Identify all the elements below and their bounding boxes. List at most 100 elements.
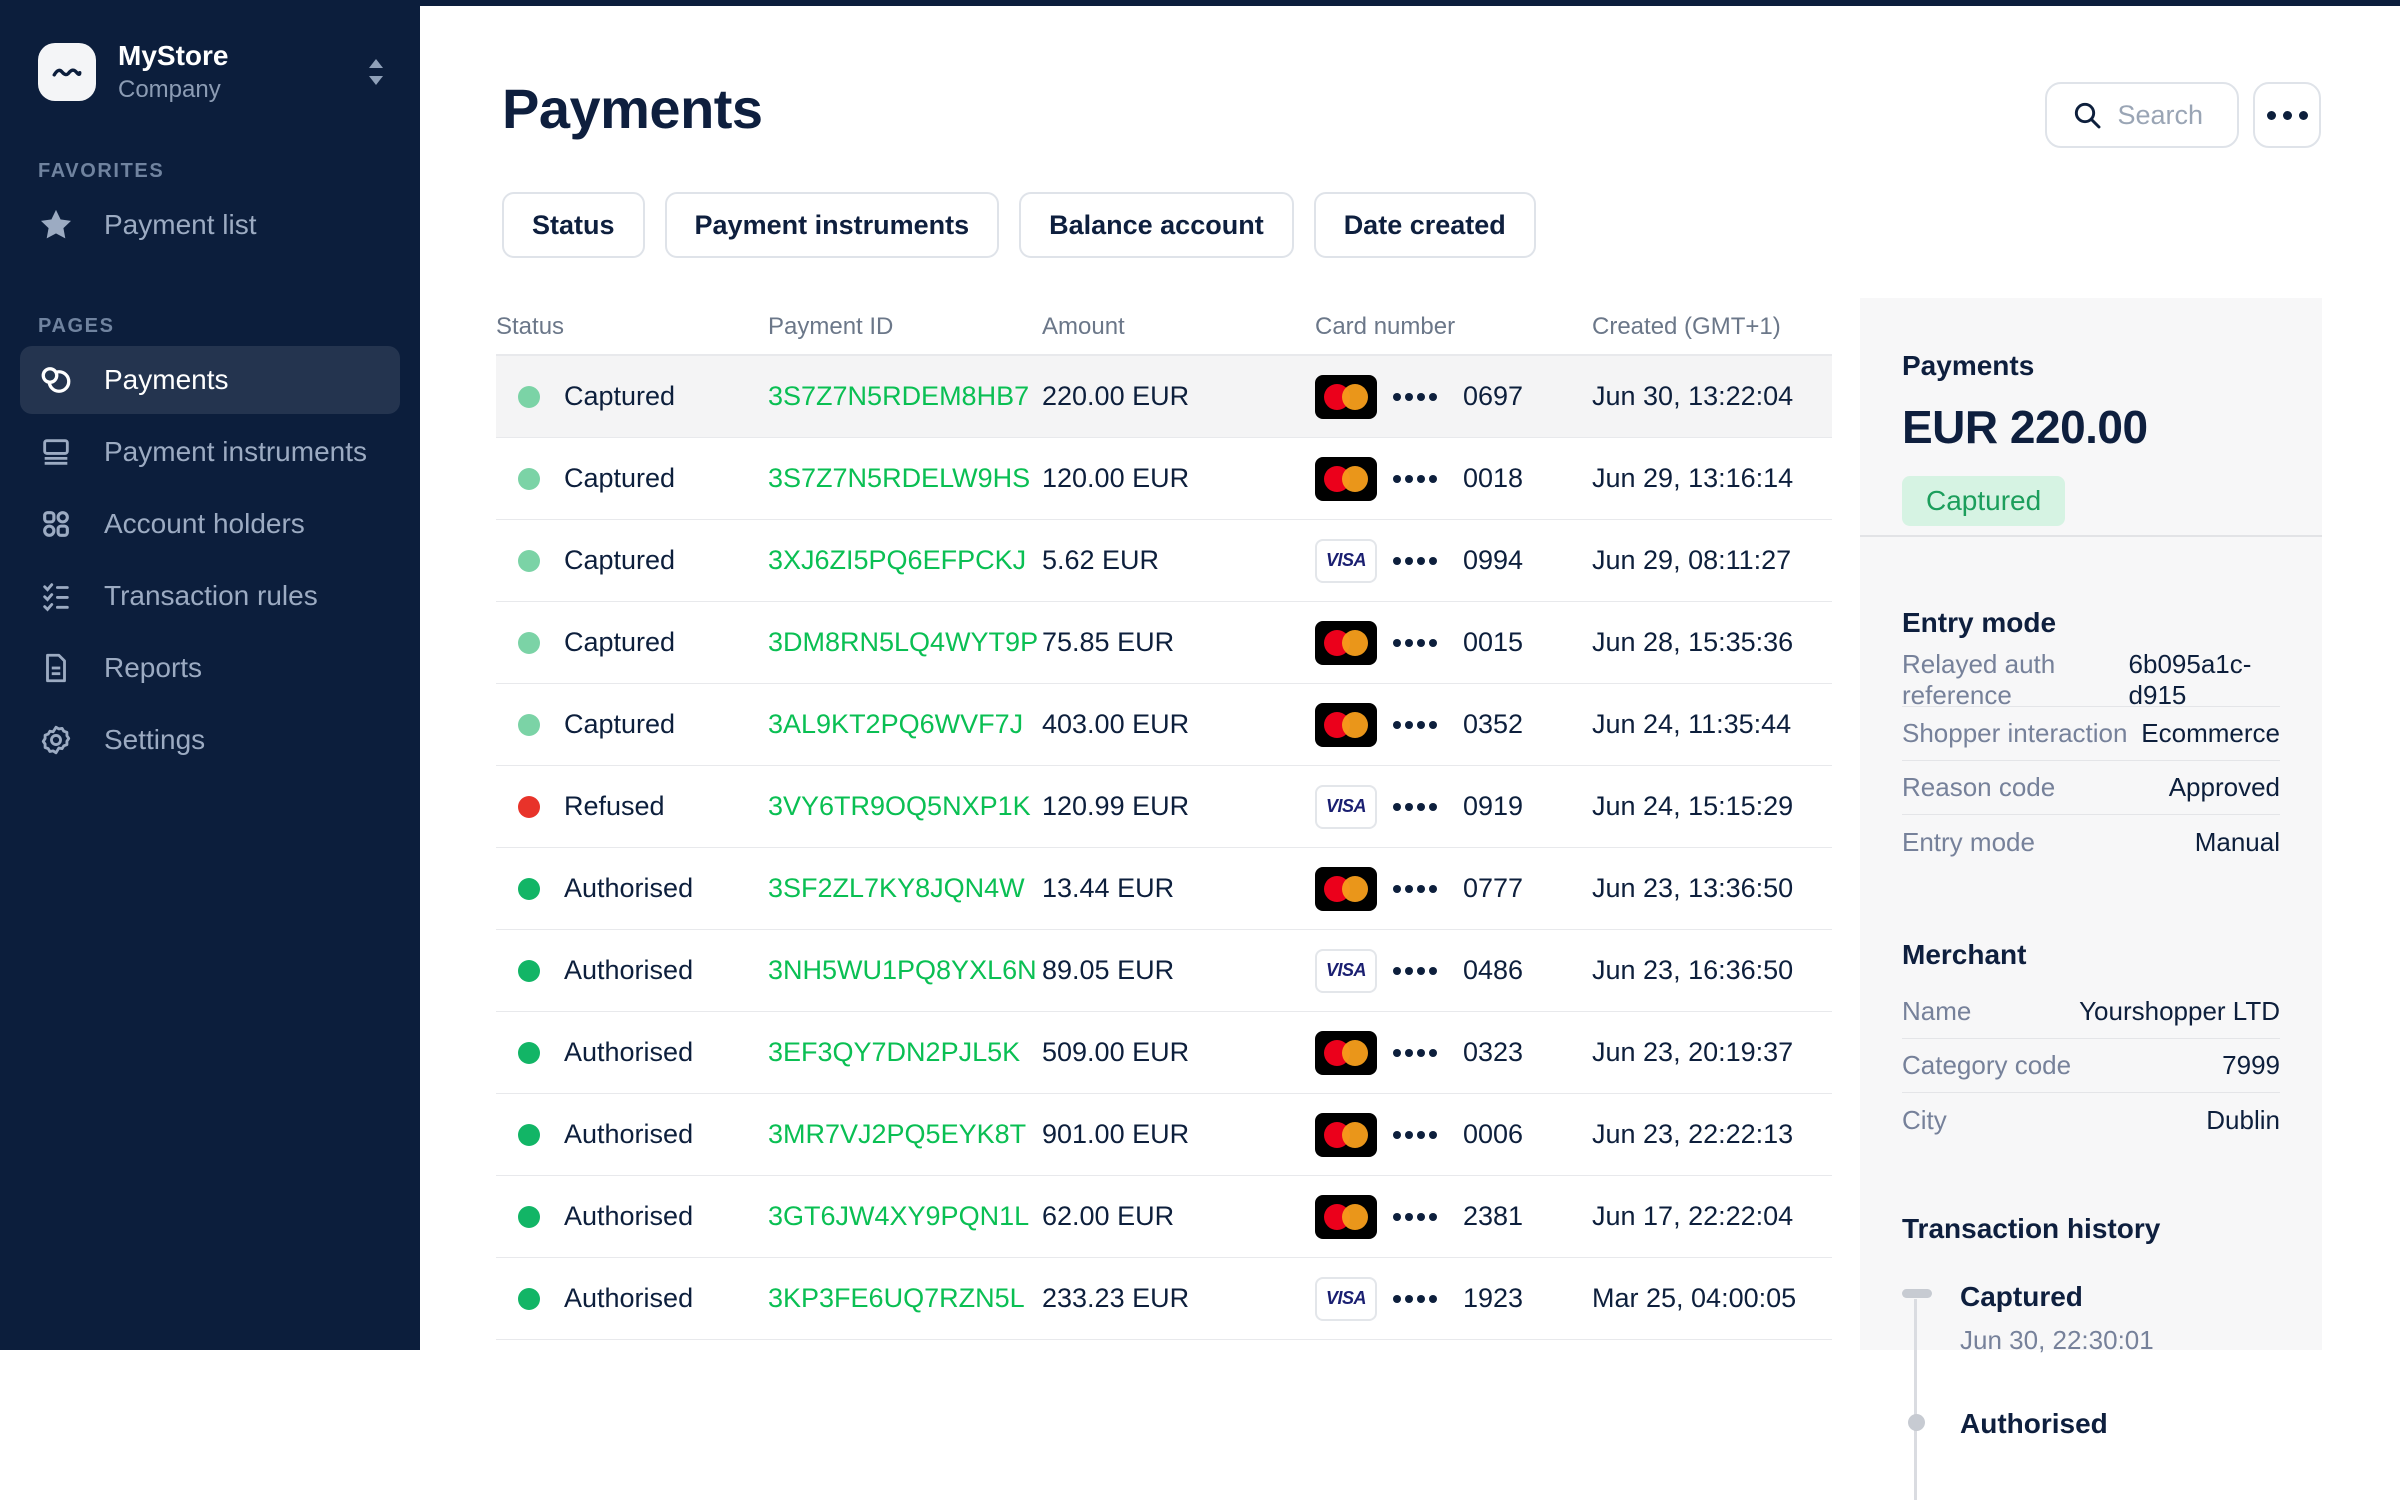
payment-id-link[interactable]: 3MR7VJ2PQ5EYK8T (768, 1119, 1026, 1149)
card-cell: 0323 (1315, 1031, 1592, 1075)
table-row[interactable]: Authorised3NH5WU1PQ8YXL6N89.05 EURVISA04… (496, 930, 1832, 1012)
card-cell: VISA1923 (1315, 1277, 1592, 1321)
filter-button-status[interactable]: Status (502, 192, 645, 258)
created-cell: Jun 23, 13:36:50 (1592, 873, 1832, 904)
grid-icon (38, 506, 74, 542)
status-label: Captured (564, 709, 675, 740)
table-header-row: StatusPayment IDAmountCard numberCreated… (496, 300, 1832, 356)
status-cell: Authorised (496, 1037, 768, 1068)
card-last4: 2381 (1463, 1201, 1523, 1232)
kv-value: Manual (2195, 827, 2280, 858)
card-mask-dots (1393, 967, 1437, 975)
nav-section-label: FAVORITES (38, 160, 420, 183)
search-icon (2071, 99, 2103, 131)
checklist-icon (38, 578, 74, 614)
card-mask-dots (1393, 1295, 1437, 1303)
visa-icon: VISA (1315, 949, 1377, 993)
search-button-label: Search (2117, 100, 2203, 131)
search-button[interactable]: Search (2045, 82, 2239, 148)
history-timeline: CapturedJun 30, 22:30:01Authorised (1902, 1281, 2280, 1440)
sidebar-item-account-holders[interactable]: Account holders (20, 490, 400, 558)
payment-id-cell: 3DM8RN5LQ4WYT9P (768, 627, 1042, 658)
column-header-payment-id: Payment ID (768, 313, 1042, 341)
payment-id-link[interactable]: 3AL9KT2PQ6WVF7J (768, 709, 1023, 739)
payment-id-link[interactable]: 3S7Z7N5RDEM8HB7 (768, 381, 1029, 411)
nav-section-favorites: FAVORITES Payment list (0, 160, 420, 259)
nav-section-pages: PAGESPaymentsPayment instrumentsAccount … (0, 315, 420, 774)
sidebar-item-payment-instruments[interactable]: Payment instruments (20, 418, 400, 486)
kv-label: Entry mode (1902, 827, 2035, 858)
sidebar-item-transaction-rules[interactable]: Transaction rules (20, 562, 400, 630)
filter-button-payment-instruments[interactable]: Payment instruments (665, 192, 1000, 258)
sidebar-item-payment-list[interactable]: Payment list (20, 191, 400, 259)
card-mask-dots (1393, 557, 1437, 565)
status-cell: Authorised (496, 1119, 768, 1150)
table-row[interactable]: Authorised3KP3FE6UQ7RZN5L233.23 EURVISA1… (496, 1258, 1832, 1340)
kv-value: Approved (2169, 772, 2280, 803)
status-dot-icon (518, 1124, 540, 1146)
created-cell: Jun 24, 11:35:44 (1592, 709, 1832, 740)
table-row[interactable]: Refused3VY6TR9OQ5NXP1K120.99 EURVISA0919… (496, 766, 1832, 848)
table-row[interactable]: Authorised3SF2ZL7KY8JQN4W13.44 EUR0777Ju… (496, 848, 1832, 930)
table-row[interactable]: Captured3DM8RN5LQ4WYT9P75.85 EUR0015Jun … (496, 602, 1832, 684)
table-row[interactable]: Captured3S7Z7N5RDELW9HS120.00 EUR0018Jun… (496, 438, 1832, 520)
filter-bar: Status Payment instruments Balance account… (502, 192, 1536, 258)
payment-id-cell: 3VY6TR9OQ5NXP1K (768, 791, 1042, 822)
payment-id-link[interactable]: 3GT6JW4XY9PQN1L (768, 1201, 1029, 1231)
filter-button-date-created[interactable]: Date created (1314, 192, 1536, 258)
payment-id-link[interactable]: 3NH5WU1PQ8YXL6N (768, 955, 1037, 985)
amount-cell: 89.05 EUR (1042, 955, 1315, 986)
kv-value: 6b095a1c-d915 (2129, 649, 2280, 711)
card-mask-dots (1393, 639, 1437, 647)
card-last4: 0697 (1463, 381, 1523, 412)
table-row[interactable]: Authorised3EF3QY7DN2PJL5K509.00 EUR0323J… (496, 1012, 1832, 1094)
more-options-button[interactable] (2253, 82, 2321, 148)
status-cell: Captured (496, 709, 768, 740)
mastercard-icon (1315, 621, 1377, 665)
mastercard-icon (1315, 457, 1377, 501)
table-row[interactable]: Authorised3GT6JW4XY9PQN1L62.00 EUR2381Ju… (496, 1176, 1832, 1258)
dot-icon (2267, 111, 2276, 120)
payment-id-link[interactable]: 3KP3FE6UQ7RZN5L (768, 1283, 1025, 1313)
payment-id-link[interactable]: 3XJ6ZI5PQ6EFPCKJ (768, 545, 1026, 575)
filter-button-balance-account[interactable]: Balance account (1019, 192, 1294, 258)
payment-id-link[interactable]: 3SF2ZL7KY8JQN4W (768, 873, 1025, 903)
payment-id-link[interactable]: 3EF3QY7DN2PJL5K (768, 1037, 1020, 1067)
card-mask-dots (1393, 1049, 1437, 1057)
org-name: MyStore (118, 40, 362, 72)
table-row[interactable]: Authorised3MR7VJ2PQ5EYK8T901.00 EUR0006J… (496, 1094, 1832, 1176)
amount-cell: 75.85 EUR (1042, 627, 1315, 658)
sidebar-item-label: Transaction rules (104, 580, 318, 612)
card-last4: 0919 (1463, 791, 1523, 822)
sidebar: MyStore Company FAVORITES Payment list PAG… (0, 0, 420, 1350)
sidebar-item-reports[interactable]: Reports (20, 634, 400, 702)
table-row[interactable]: Captured3S7Z7N5RDEM8HB7220.00 EUR0697Jun… (496, 356, 1832, 438)
kv-label: Reason code (1902, 772, 2055, 803)
org-switcher[interactable]: MyStore Company (38, 40, 390, 104)
card-last4: 0352 (1463, 709, 1523, 740)
column-header-created-gmt-1-: Created (GMT+1) (1592, 313, 1832, 341)
history-event-label: Authorised (1960, 1408, 2280, 1440)
sidebar-nav: FAVORITES Payment list PAGESPaymentsPaymen… (0, 160, 420, 774)
status-cell: Authorised (496, 1283, 768, 1314)
payment-id-link[interactable]: 3S7Z7N5RDELW9HS (768, 463, 1030, 493)
payment-id-link[interactable]: 3DM8RN5LQ4WYT9P (768, 627, 1038, 657)
card-last4: 0015 (1463, 627, 1523, 658)
sidebar-item-settings[interactable]: Settings (20, 706, 400, 774)
card-icon (38, 434, 74, 470)
org-switch-chevrons-icon[interactable] (362, 54, 390, 90)
status-label: Authorised (564, 955, 693, 986)
created-cell: Jun 30, 13:22:04 (1592, 381, 1832, 412)
status-label: Authorised (564, 1201, 693, 1232)
status-cell: Captured (496, 545, 768, 576)
table-row[interactable]: Captured3XJ6ZI5PQ6EFPCKJ5.62 EURVISA0994… (496, 520, 1832, 602)
timeline-marker-dot-icon (1908, 1414, 1925, 1431)
sidebar-item-payments[interactable]: Payments (20, 346, 400, 414)
payment-id-link[interactable]: 3VY6TR9OQ5NXP1K (768, 791, 1031, 821)
sidebar-item-label: Account holders (104, 508, 305, 540)
history-event: Authorised (1960, 1408, 2280, 1440)
sidebar-item-label: Reports (104, 652, 202, 684)
status-dot-icon (518, 1206, 540, 1228)
card-cell: 0006 (1315, 1113, 1592, 1157)
table-row[interactable]: Captured3AL9KT2PQ6WVF7J403.00 EUR0352Jun… (496, 684, 1832, 766)
